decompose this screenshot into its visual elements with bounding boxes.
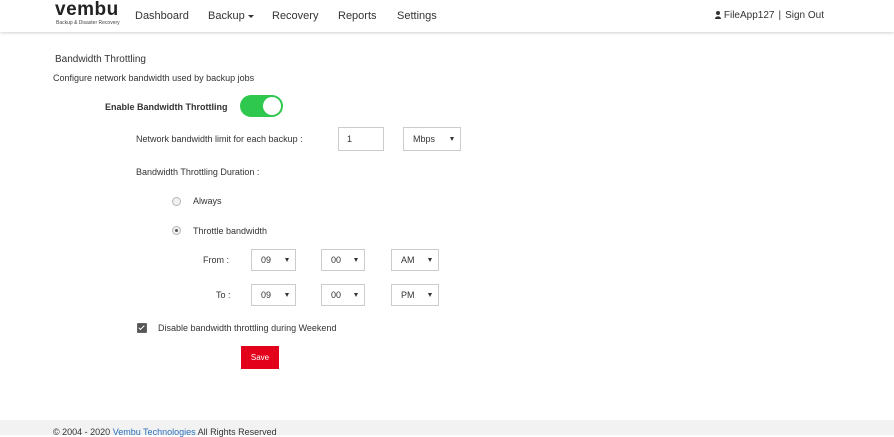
to-label: To : [216,290,231,300]
top-navigation-bar: vembu Backup & Disaster Recovery Dashboa… [0,0,894,32]
nav-recovery[interactable]: Recovery [272,10,318,22]
from-minute-value: 00 [331,255,342,265]
nav-settings[interactable]: Settings [397,10,437,22]
from-hour-value: 09 [261,255,272,265]
bandwidth-limit-label: Network bandwidth limit for each backup … [136,134,303,144]
footer: © 2004 - 2020 Vembu Technologies All Rig… [0,420,894,437]
vembu-logo[interactable]: vembu Backup & Disaster Recovery [55,0,125,31]
weekend-label: Disable bandwidth throttling during Week… [158,323,337,333]
duration-label: Bandwidth Throttling Duration : [136,167,260,177]
dropdown-arrow-icon [428,293,432,297]
logo-tagline: Backup & Disaster Recovery [56,20,120,26]
from-label: From : [203,255,229,265]
always-label: Always [193,196,222,206]
user-menu: FileApp127 | Sign Out [714,10,824,21]
bandwidth-unit-value: Mbps [413,134,436,144]
from-meridiem-select[interactable]: AM [391,249,439,271]
username[interactable]: FileApp127 [724,10,775,21]
bandwidth-limit-input[interactable] [338,127,384,151]
section-description: Configure network bandwidth used by back… [53,73,255,83]
copyright-text: © 2004 - 2020 Vembu Technologies All Rig… [53,427,277,437]
to-meridiem-select[interactable]: PM [391,284,439,306]
copyright-prefix: © 2004 - 2020 [53,427,111,437]
throttle-bandwidth-radio[interactable] [172,226,181,235]
sign-out-link[interactable]: Sign Out [785,10,824,21]
to-meridiem-value: PM [401,290,415,300]
user-separator: | [778,10,782,21]
save-button[interactable]: Save [241,346,279,369]
caret-down-icon [247,14,254,18]
to-hour-value: 09 [261,290,272,300]
from-meridiem-value: AM [401,255,415,265]
nav-dashboard[interactable]: Dashboard [135,10,189,22]
toggle-knob [263,97,281,115]
weekend-checkbox[interactable] [137,323,147,333]
from-minute-select[interactable]: 00 [321,249,365,271]
from-hour-select[interactable]: 09 [251,249,296,271]
enable-throttling-toggle[interactable] [240,95,283,117]
dropdown-arrow-icon [354,293,358,297]
nav-backup-label: Backup [208,10,245,22]
user-icon [714,11,721,19]
dropdown-arrow-icon [285,258,289,262]
dropdown-arrow-icon [354,258,358,262]
nav-backup[interactable]: Backup [208,10,254,22]
dropdown-arrow-icon [428,258,432,262]
throttle-bandwidth-label: Throttle bandwidth [193,226,268,236]
to-minute-select[interactable]: 00 [321,284,365,306]
copyright-suffix: All Rights Reserved [197,427,277,437]
bandwidth-unit-select[interactable]: Mbps [403,127,461,151]
section-title: Bandwidth Throttling [55,54,146,65]
company-link[interactable]: Vembu Technologies [113,427,196,437]
always-radio[interactable] [172,197,181,206]
dropdown-arrow-icon [285,293,289,297]
nav-reports[interactable]: Reports [338,10,377,22]
logo-wordmark: vembu [55,0,119,20]
to-hour-select[interactable]: 09 [251,284,296,306]
enable-throttling-label: Enable Bandwidth Throttling [105,102,228,112]
dropdown-arrow-icon [450,137,454,141]
to-minute-value: 00 [331,290,342,300]
